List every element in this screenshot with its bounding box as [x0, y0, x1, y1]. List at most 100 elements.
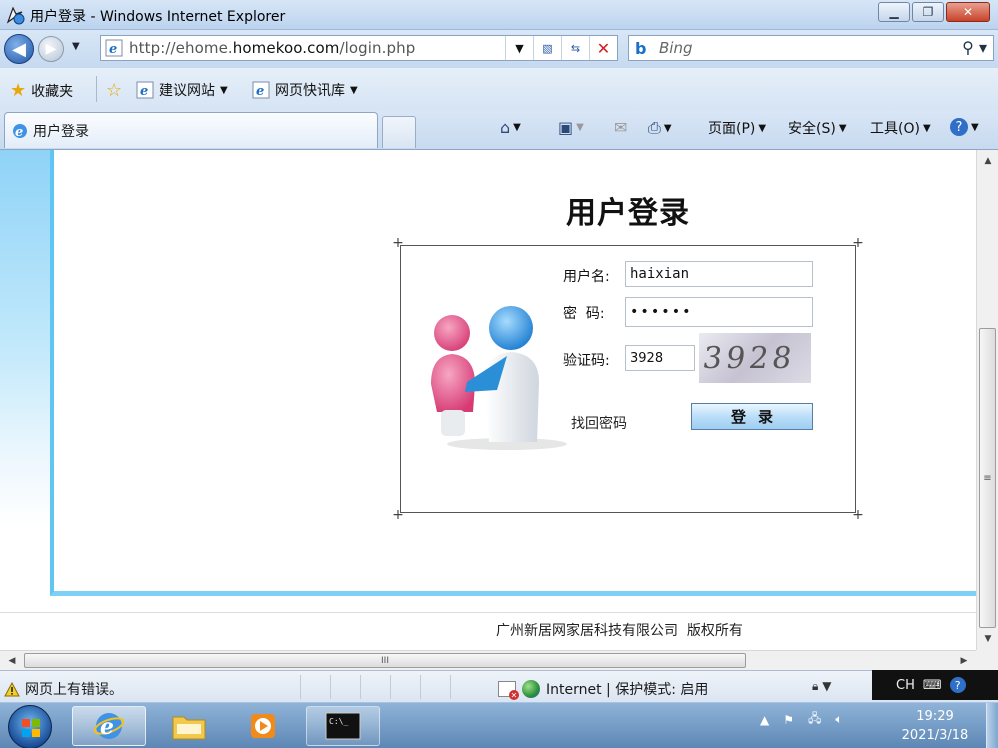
ie-page-icon: e [252, 81, 270, 99]
favorites-divider [96, 76, 97, 102]
url-prefix: http://ehome. [129, 39, 233, 57]
print-button[interactable]: ⎙ ▼ [648, 118, 672, 138]
ie-page-icon: e [105, 39, 123, 57]
svg-text:C:\_: C:\_ [329, 717, 348, 726]
status-cell [420, 675, 450, 699]
status-cell [390, 675, 420, 699]
username-input[interactable] [625, 261, 813, 287]
protected-mode-icon[interactable]: 🔒︎ ▼ [812, 679, 831, 694]
scroll-left-icon[interactable]: ◀ [2, 652, 22, 670]
search-icon[interactable]: ⚲ ▾ [962, 38, 987, 57]
maximize-button[interactable]: ❐ [912, 2, 944, 22]
security-zone-label: Internet | 保护模式: 启用 [546, 682, 709, 698]
horizontal-scrollbar[interactable]: ◀ III ▶ [0, 650, 976, 670]
page-error-indicator[interactable]: 网页上有错误。 [4, 679, 123, 699]
address-dropdown-icon[interactable]: ▼ [505, 36, 533, 60]
forgot-password-link[interactable]: 找回密码 [571, 413, 627, 433]
taskbar-explorer-button[interactable] [152, 706, 226, 746]
favorites-item-web-slice-gallery[interactable]: e 网页快讯库 ▼ [252, 80, 358, 100]
favorites-button[interactable]: ★ 收藏夹 [10, 80, 73, 101]
chevron-down-icon: ▼ [663, 122, 672, 134]
globe-icon [522, 680, 540, 698]
tools-menu[interactable]: 工具(O) ▼ [870, 118, 931, 138]
login-button[interactable]: 登录 [691, 403, 813, 430]
favorites-item-suggested-sites[interactable]: e 建议网站 ▼ [136, 80, 228, 100]
start-button[interactable] [8, 705, 52, 748]
favorites-bar: ★ 收藏夹 ☆ e 建议网站 ▼ e 网页快讯库 ▼ [0, 68, 998, 110]
tools-menu-label: 工具(O) [870, 121, 920, 137]
back-button[interactable]: ◀ [4, 34, 34, 64]
password-input[interactable] [625, 297, 813, 327]
url-text[interactable]: http://ehome.homekoo.com/login.php [129, 39, 415, 57]
search-field[interactable]: b Bing ⚲ ▾ [628, 35, 994, 61]
security-zone[interactable]: ✕ Internet | 保护模式: 启用 [498, 679, 709, 700]
search-placeholder: Bing [659, 39, 693, 57]
page-menu[interactable]: 页面(P) ▼ [708, 118, 766, 138]
bing-icon: b [635, 38, 647, 58]
tab-login[interactable]: e 用户登录 [4, 112, 378, 148]
read-mail-button[interactable]: ✉ [614, 118, 627, 137]
svg-text:e: e [140, 84, 148, 99]
feeds-button[interactable]: ▣ ▼ [558, 118, 584, 137]
add-to-favorites-button[interactable]: ☆ [106, 80, 122, 101]
popup-blocked-icon: ✕ [498, 681, 519, 700]
add-favorite-icon: ☆ [106, 80, 123, 101]
status-message: 网页上有错误。 [25, 682, 123, 698]
scroll-up-icon[interactable]: ▲ [978, 152, 998, 170]
refresh-icon[interactable]: ⇆ [561, 36, 589, 60]
left-decoration [0, 150, 50, 650]
action-center-flag-icon[interactable]: ⚑ [783, 713, 794, 727]
recent-pages-dropdown[interactable]: ▼ [72, 41, 80, 52]
window-title-bar: 用户登录 - Windows Internet Explorer ▁ ❐ ✕ [0, 0, 998, 30]
vertical-scroll-thumb[interactable]: ≡ [979, 328, 996, 628]
close-button[interactable]: ✕ [946, 2, 990, 22]
corner-mark: + [392, 235, 404, 251]
address-field[interactable]: e http://ehome.homekoo.com/login.php ▼ ▧… [100, 35, 618, 61]
language-bar[interactable]: CH ⌨ ? [872, 670, 998, 700]
taskbar-ie-button[interactable]: e [72, 706, 146, 746]
tab-bar: e 用户登录 ⌂ ▼ ▣ ▼ ✉ ⎙ ▼ 页面(P) ▼ 安全(S) ▼ 工具(O) ▼ ?… [0, 110, 998, 150]
corner-mark: + [852, 235, 864, 251]
favorites-star-icon: ★ [10, 80, 27, 101]
scroll-down-icon[interactable]: ▼ [978, 630, 998, 648]
minimize-button[interactable]: ▁ [878, 2, 910, 22]
chevron-down-icon: ▼ [220, 84, 228, 96]
vertical-scrollbar[interactable]: ▲ ≡ ▼ [976, 150, 998, 650]
chevron-down-icon: ▼ [838, 122, 847, 134]
favorites-label: 收藏夹 [31, 83, 74, 100]
show-hidden-icons[interactable]: ▲ [760, 713, 769, 727]
scroll-right-icon[interactable]: ▶ [954, 652, 974, 670]
stop-icon[interactable]: ✕ [589, 36, 617, 60]
ie-page-icon: e [136, 81, 154, 99]
scrollbar-corner [976, 650, 998, 670]
system-clock[interactable]: 19:29 2021/3/18 [890, 707, 980, 745]
footer-divider [0, 612, 976, 613]
warning-icon [4, 681, 20, 696]
taskbar-media-player-button[interactable] [226, 706, 300, 746]
language-code: CH [896, 677, 915, 693]
show-desktop-button[interactable] [986, 703, 998, 748]
chevron-down-icon: ▼ [513, 122, 521, 133]
taskbar-cmd-button[interactable]: C:\_ [306, 706, 380, 746]
safety-menu[interactable]: 安全(S) ▼ [788, 118, 847, 138]
captcha-input[interactable] [625, 345, 695, 371]
page-viewport: 用户登录 + + + + 用户名: 密 码: 验证码: 3928 找回密码 [0, 150, 976, 650]
new-tab-button[interactable] [382, 116, 416, 148]
chevron-down-icon: ▼ [971, 121, 979, 133]
home-button[interactable]: ⌂ ▼ [500, 118, 521, 137]
horizontal-scroll-thumb[interactable]: III [24, 653, 746, 668]
compatibility-view-icon[interactable]: ▧ [533, 36, 561, 60]
help-button[interactable]: ? ▼ [950, 118, 979, 136]
forward-button[interactable]: ▶ [38, 36, 64, 62]
address-controls: ▼ ▧ ⇆ ✕ [505, 36, 617, 60]
rss-feed-icon: ▣ [558, 118, 574, 137]
windows-logo-icon [22, 719, 40, 737]
url-suffix: /login.php [339, 39, 416, 57]
volume-icon[interactable]: 🔈︎ [835, 712, 842, 727]
network-icon[interactable]: 🖧︎ [808, 709, 821, 730]
ie-tab-icon: e [13, 123, 27, 140]
arrow-right-icon: ▶ [45, 41, 57, 57]
svg-text:e: e [15, 125, 23, 140]
clock-date: 2021/3/18 [901, 728, 969, 743]
captcha-image[interactable]: 3928 [699, 333, 811, 383]
